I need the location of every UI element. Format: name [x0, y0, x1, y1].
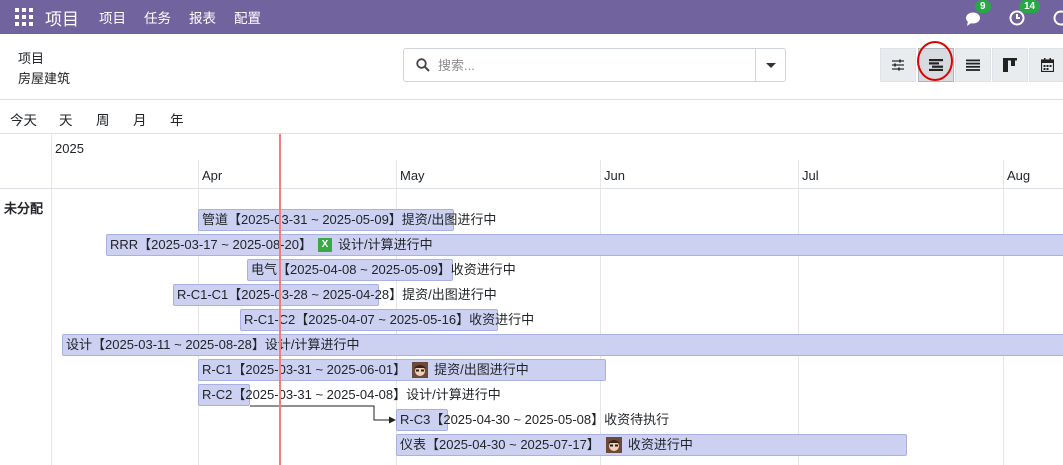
gantt-gridline [798, 160, 799, 465]
month-header-jul: Jul [802, 168, 819, 183]
group-label-unassigned: 未分配 [4, 201, 44, 216]
gantt-gridline [1003, 160, 1004, 465]
task-label: 管道【2025-03-31 ~ 2025-05-09】提资/出图进行中 [202, 212, 497, 227]
scale-year-button[interactable]: 年 [170, 109, 184, 129]
user-avatar-icon [412, 362, 429, 378]
chevron-down-icon [766, 63, 776, 68]
task-label: 设计【2025-03-11 ~ 2025-08-28】设计/计算进行中 [66, 337, 360, 352]
excel-file-icon: X [317, 238, 332, 252]
user-avatar-icon [605, 437, 622, 453]
month-header-may: May [400, 168, 425, 183]
chat-badge: 9 [975, 0, 991, 13]
clock-icon [1009, 10, 1025, 26]
task-label: R-C1【2025-03-31 ~ 2025-06-01】 [202, 362, 407, 377]
scale-today-button[interactable]: 今天 [10, 109, 37, 129]
task-label: 仪表【2025-04-30 ~ 2025-07-17】 [400, 437, 600, 452]
scale-day-button[interactable]: 天 [59, 109, 73, 129]
scale-week-button[interactable]: 周 [96, 109, 110, 129]
task-label: RRR【2025-03-17 ~ 2025-08-20】 [110, 237, 312, 252]
view-calendar-button[interactable] [1029, 48, 1063, 82]
gantt-chart: 2025 Apr May Jun Jul Aug 未分配 管道【2025-03-… [0, 134, 1063, 465]
task-label-row: RRR【2025-03-17 ~ 2025-08-20】 X 设计/计算进行中 [110, 234, 433, 256]
task-status: 设计/计算进行中 [337, 237, 433, 252]
control-panel: 项目 房屋建筑 [0, 34, 1063, 100]
list-icon [966, 59, 980, 71]
apps-grid-icon[interactable] [15, 8, 33, 26]
search-options-toggle[interactable] [755, 49, 785, 81]
user-menu-icon[interactable] [1053, 6, 1063, 28]
view-settings-button[interactable] [880, 48, 916, 82]
activity-badge: 14 [1019, 0, 1041, 13]
view-list-button[interactable] [955, 48, 991, 82]
highlight-circle-annotation [917, 41, 953, 81]
task-label: R-C1-C2【2025-04-07 ~ 2025-05-16】收资进行中 [244, 312, 535, 327]
gantt-gridline [198, 160, 199, 465]
view-kanban-button[interactable] [992, 48, 1028, 82]
breadcrumb-current: 房屋建筑 [18, 71, 71, 86]
menu-tasks[interactable]: 任务 [144, 7, 171, 27]
task-label: R-C2【2025-03-31 ~ 2025-04-08】设计/计算进行中 [202, 387, 501, 402]
month-header-aug: Aug [1007, 168, 1031, 183]
menu-config[interactable]: 配置 [234, 7, 261, 27]
task-status: 收资进行中 [627, 437, 693, 452]
task-label: 电气【2025-04-08 ~ 2025-05-09】收资进行中 [251, 262, 516, 277]
gantt-header-border [0, 188, 1063, 189]
chat-button[interactable]: 9 [965, 0, 991, 28]
top-navbar: 项目 项目 任务 报表 配置 9 14 [0, 0, 1063, 34]
task-label-row: 仪表【2025-04-30 ~ 2025-07-17】 收资进行中 [400, 434, 693, 456]
chat-icon [966, 12, 980, 26]
gantt-year-header: 2025 [55, 141, 84, 156]
settings-sliders-icon [892, 59, 904, 71]
search-input[interactable] [438, 49, 748, 81]
month-header-apr: Apr [202, 168, 223, 183]
gantt-divider [51, 134, 52, 465]
app-brand[interactable]: 项目 [45, 5, 79, 30]
today-marker-line [279, 134, 281, 465]
task-label: R-C3【2025-04-30 ~ 2025-05-08】收资待执行 [400, 412, 670, 427]
gantt-scale-bar: 今天 天 周 月 年 [0, 100, 1063, 134]
task-label-row: R-C1【2025-03-31 ~ 2025-06-01】 提资/出图进行中 [202, 359, 529, 381]
scale-month-button[interactable]: 月 [133, 109, 147, 129]
breadcrumb-parent[interactable]: 项目 [18, 48, 44, 67]
menu-reports[interactable]: 报表 [189, 7, 216, 27]
task-status: 提资/出图进行中 [434, 362, 529, 377]
activity-button[interactable]: 14 [1009, 0, 1041, 28]
search-box [403, 48, 786, 82]
task-label: R-C1-C1【2025-03-28 ~ 2025-04-28】提资/出图进行中 [177, 287, 497, 302]
kanban-icon [1003, 58, 1017, 72]
search-icon [416, 58, 430, 72]
month-header-jun: Jun [604, 168, 625, 183]
calendar-icon [1040, 58, 1054, 72]
menu-project[interactable]: 项目 [99, 7, 126, 27]
